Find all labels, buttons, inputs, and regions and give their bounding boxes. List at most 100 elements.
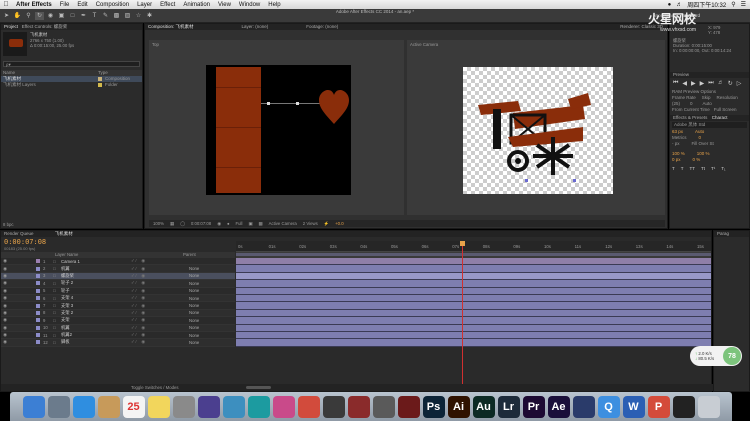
- parent-select[interactable]: None: [189, 273, 199, 278]
- layer-switches[interactable]: ✓ ∕ ◉: [131, 258, 189, 264]
- visibility-eye-icon[interactable]: ◉: [1, 339, 9, 345]
- menu-help[interactable]: Help: [264, 2, 284, 8]
- tab-timeline-comp[interactable]: 飞机素材: [55, 231, 73, 236]
- roi-icon[interactable]: ▣: [248, 221, 252, 227]
- layer-name[interactable]: 支架 3: [61, 303, 131, 309]
- au-dock-icon[interactable]: Au: [472, 395, 495, 418]
- time-ruler[interactable]: 0s 01s 02s 03s 04s 05s 06s 07s 08s 09s 10s 11s 12s 13…: [236, 241, 711, 252]
- zoom-slider[interactable]: [246, 386, 271, 389]
- label-color-swatch[interactable]: [36, 310, 40, 315]
- zoom-select[interactable]: 100%: [153, 221, 164, 226]
- layer-row[interactable]: ◉ 11 □ 机翼2 ✓ ∕ ◉ None: [1, 331, 235, 340]
- tab-footage[interactable]: Footage: (none): [306, 24, 338, 30]
- faux-bold-button[interactable]: T: [672, 166, 675, 172]
- layer-row[interactable]: ◉ 1 □ Camera 1 ✓ ∕ ◉: [1, 258, 235, 266]
- layer-name[interactable]: 脚板: [61, 339, 131, 345]
- superscript-button[interactable]: T¹: [711, 166, 715, 172]
- audio-icon[interactable]: ♬: [718, 80, 724, 87]
- c4d-dock-icon[interactable]: [572, 395, 595, 418]
- trash-dock-icon[interactable]: [697, 395, 720, 418]
- apple-menu-icon[interactable]: : [0, 1, 12, 8]
- layer-name[interactable]: 轮子 2: [61, 280, 131, 286]
- small-caps-button[interactable]: Tt: [701, 166, 705, 172]
- menu-view[interactable]: View: [214, 2, 235, 8]
- visibility-eye-icon[interactable]: ◉: [1, 258, 9, 264]
- wps-dock-icon[interactable]: P: [647, 395, 670, 418]
- menu-edit[interactable]: Edit: [73, 2, 91, 8]
- layer-row[interactable]: ◉ 7 □ 支架 3 ✓ ∕ ◉ None: [1, 302, 235, 310]
- menu-composition[interactable]: Composition: [92, 2, 133, 8]
- grid-icon[interactable]: ▦: [170, 221, 174, 227]
- layer-name[interactable]: 机翼: [61, 325, 131, 331]
- layer-switches[interactable]: ✓ ∕ ◉: [131, 273, 189, 279]
- word-dock-icon[interactable]: W: [622, 395, 645, 418]
- label-color-swatch[interactable]: [36, 288, 40, 293]
- layer-duration-bar[interactable]: [236, 294, 711, 303]
- ps-dock-icon[interactable]: Ps: [422, 395, 445, 418]
- playhead-handle[interactable]: [459, 241, 465, 246]
- calendar-dock-icon[interactable]: 25: [122, 395, 145, 418]
- label-color-swatch[interactable]: [36, 266, 40, 271]
- resolution-select[interactable]: Full: [236, 221, 243, 226]
- tsume-value[interactable]: 0 %: [693, 157, 701, 163]
- project-item[interactable]: 飞机素材 Layers Folder: [1, 82, 142, 88]
- layer-switches[interactable]: ✓ ∕ ◉: [131, 303, 189, 309]
- tab-layer[interactable]: Layer: (none): [242, 24, 269, 30]
- layer-duration-bar[interactable]: [236, 331, 711, 340]
- layer-name[interactable]: Camera 1: [61, 259, 131, 264]
- layer-switches[interactable]: ✓ ∕ ◉: [131, 332, 189, 338]
- preview-dock-icon[interactable]: [222, 395, 245, 418]
- visibility-eye-icon[interactable]: ◉: [1, 310, 9, 316]
- exposure-value[interactable]: +0.0: [335, 221, 343, 226]
- maya-dock-icon[interactable]: [247, 395, 270, 418]
- layer-switches[interactable]: ✓ ∕ ◉: [131, 325, 189, 331]
- layer-name[interactable]: 支架 2: [61, 310, 131, 316]
- tab-paragraph[interactable]: Parag: [714, 231, 749, 237]
- stroke-mode-select[interactable]: Fill Over St: [692, 141, 714, 147]
- network-speed-widget[interactable]: ↑ 2.0 K/s ↓ 80.5 K/s 78: [690, 346, 742, 366]
- parent-select[interactable]: None: [189, 266, 199, 271]
- layer-row[interactable]: ◉ 8 □ 支架 2 ✓ ∕ ◉ None: [1, 309, 235, 318]
- color-channel-icon[interactable]: ●: [227, 221, 230, 226]
- last-frame-icon[interactable]: ⏭: [708, 80, 713, 87]
- launchpad-dock-icon[interactable]: [47, 395, 70, 418]
- snapshot-icon[interactable]: ◉: [217, 221, 221, 227]
- ram-preview-icon[interactable]: ▷: [737, 80, 742, 87]
- volume-icon[interactable]: ♬: [676, 2, 682, 8]
- prefs-dock-icon[interactable]: [172, 395, 195, 418]
- visibility-eye-icon[interactable]: ◉: [1, 317, 9, 323]
- project-search-input[interactable]: ρ▾: [3, 61, 140, 67]
- layer-switches[interactable]: ✓ ∕ ◉: [131, 295, 189, 301]
- terminal-dock-icon[interactable]: [672, 395, 695, 418]
- layer-duration-bar[interactable]: [236, 324, 711, 332]
- parent-select[interactable]: None: [189, 333, 199, 338]
- anchor-handle[interactable]: [573, 179, 576, 182]
- label-color-swatch[interactable]: [36, 281, 40, 286]
- parent-select[interactable]: None: [189, 340, 199, 345]
- layer-row[interactable]: ◉ 12 □ 脚板 ✓ ∕ ◉ None: [1, 339, 235, 347]
- loop-icon[interactable]: ↻: [728, 80, 733, 87]
- layer-row[interactable]: ◉ 6 □ 支架 4 ✓ ∕ ◉ None: [1, 294, 235, 303]
- cinema-dock-icon[interactable]: [397, 395, 420, 418]
- fast-preview-icon[interactable]: ⚡: [324, 221, 329, 227]
- menu-animation[interactable]: Animation: [179, 2, 214, 8]
- finalcut-dock-icon[interactable]: [322, 395, 345, 418]
- photobooth-dock-icon[interactable]: [347, 395, 370, 418]
- label-color-swatch[interactable]: [36, 325, 40, 330]
- davinci-dock-icon[interactable]: [297, 395, 320, 418]
- visibility-eye-icon[interactable]: ◉: [1, 303, 9, 309]
- layer-duration-bar[interactable]: [236, 302, 711, 310]
- layer-switches[interactable]: ✓ ∕ ◉: [131, 280, 189, 286]
- first-frame-icon[interactable]: ⏮: [673, 80, 678, 87]
- label-color-swatch[interactable]: [36, 333, 40, 338]
- layer-switches[interactable]: ✓ ∕ ◉: [131, 288, 189, 294]
- bpc-button[interactable]: 8 bpc: [3, 222, 14, 227]
- current-time-display[interactable]: 0:00:07:08: [191, 221, 211, 226]
- tab-render-queue[interactable]: Render Queue: [4, 231, 34, 236]
- visibility-eye-icon[interactable]: ◉: [1, 295, 9, 301]
- label-color-swatch[interactable]: [36, 259, 40, 264]
- transparency-icon[interactable]: ▩: [259, 221, 263, 227]
- anchor-handle[interactable]: [296, 102, 299, 105]
- ai-dock-icon[interactable]: Ai: [447, 395, 470, 418]
- tab-character[interactable]: Charact: [712, 115, 728, 120]
